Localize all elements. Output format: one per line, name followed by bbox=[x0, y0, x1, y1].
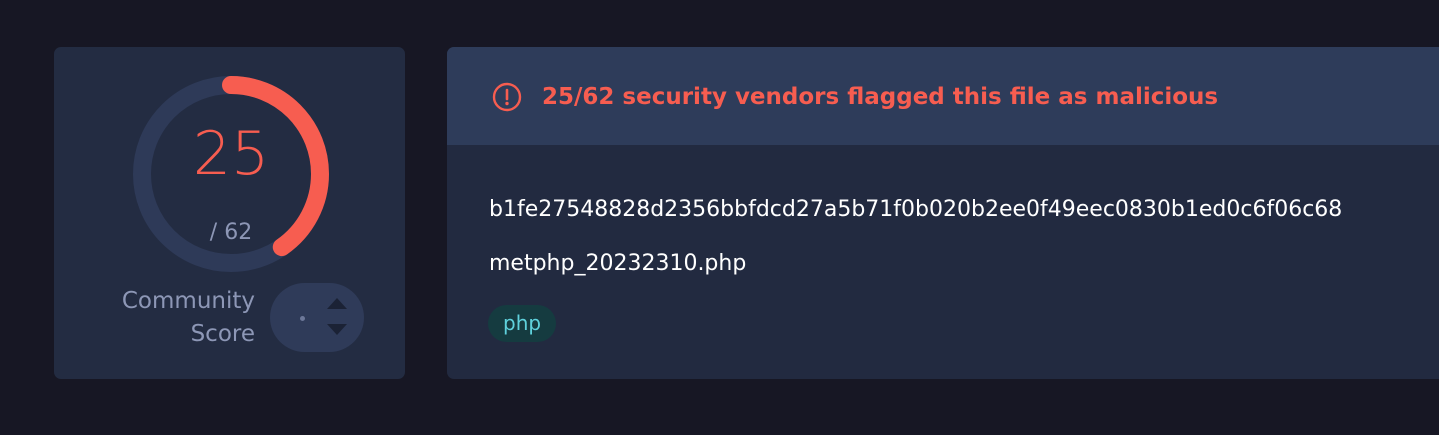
detection-panel: 25/62 security vendors flagged this file… bbox=[447, 47, 1439, 379]
community-label-line2: Score bbox=[190, 321, 255, 347]
community-label-line1: Community bbox=[121, 288, 255, 314]
malicious-alert-banner: 25/62 security vendors flagged this file… bbox=[447, 47, 1439, 145]
file-tag-php[interactable]: php bbox=[488, 305, 557, 342]
vote-down-icon[interactable] bbox=[327, 324, 347, 335]
community-score-label: Community Score bbox=[95, 285, 255, 351]
vote-up-icon[interactable] bbox=[327, 298, 347, 309]
exclamation-circle-icon bbox=[492, 82, 522, 112]
file-name: metphp_20232310.php bbox=[489, 251, 747, 276]
detection-gauge: 25 / 62 bbox=[131, 74, 331, 274]
detection-count: 25 bbox=[192, 119, 270, 189]
file-report-header: 25 / 62 Community Score 25/62 security v… bbox=[0, 0, 1439, 435]
score-card: 25 / 62 Community Score bbox=[54, 47, 405, 379]
community-vote-control bbox=[270, 283, 364, 352]
alert-message: 25/62 security vendors flagged this file… bbox=[542, 84, 1219, 110]
file-hash: b1fe27548828d2356bbfdcd27a5b71f0b020b2ee… bbox=[489, 197, 1343, 222]
detection-total: / 62 bbox=[209, 220, 253, 245]
vote-score-dot bbox=[300, 316, 305, 321]
